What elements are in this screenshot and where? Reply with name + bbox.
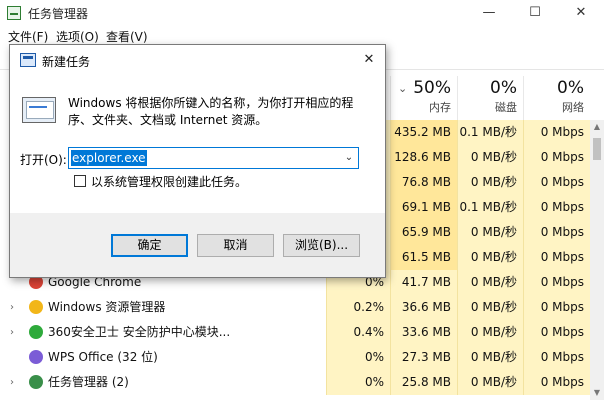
menu-file[interactable]: 文件(F) [8,28,48,45]
scroll-up-icon[interactable]: ▲ [590,120,604,134]
memory-cell: 76.8 MB [390,170,457,195]
memory-cell: 33.6 MB [390,320,457,345]
disk-cell: 0 MB/秒 [457,220,523,245]
memory-cell: 435.2 MB [390,120,457,145]
scroll-down-icon[interactable]: ▼ [590,386,604,400]
table-row[interactable]: › 任务管理器 (2) 0% 25.8 MB 0 MB/秒 0 Mbps [0,370,590,395]
task-manager-icon [7,6,21,20]
process-name: Windows 资源管理器 [48,300,166,314]
menu-bar: 文件(F) 选项(O) 查看(V) [0,26,604,46]
memory-cell: 36.6 MB [390,295,457,320]
disk-cell: 0 MB/秒 [457,370,523,395]
dialog-close-button[interactable]: ✕ [357,49,381,71]
memory-cell: 27.3 MB [390,345,457,370]
memory-cell: 69.1 MB [390,195,457,220]
dialog-title: 新建任务 [42,55,91,69]
wps-icon [29,350,43,364]
ok-button[interactable]: 确定 [111,234,188,257]
memory-label: 内存 [429,101,451,114]
disk-cell: 0 MB/秒 [457,295,523,320]
maximize-button[interactable]: ☐ [512,0,558,26]
disk-cell: 0 MB/秒 [457,345,523,370]
memory-percent: 50% [413,78,451,98]
browse-button[interactable]: 浏览(B)... [283,234,360,257]
memory-cell: 25.8 MB [390,370,457,395]
network-cell: 0 Mbps [523,320,590,345]
run-program-icon [22,97,56,123]
menu-view[interactable]: 查看(V) [106,28,148,45]
title-bar: 任务管理器 — ☐ ✕ [0,0,604,26]
table-row[interactable]: › Windows 资源管理器 0.2% 36.6 MB 0 MB/秒 0 Mbps [0,295,590,320]
folder-icon [29,300,43,314]
dialog-body: Windows 将根据你所键入的名称，为你打开相应的程序、文件夹、文档或 Int… [10,75,385,213]
window-title: 任务管理器 [28,7,89,21]
disk-percent: 0% [490,78,517,98]
process-name: 360安全卫士 安全防护中心模块... [48,325,231,339]
column-memory[interactable]: 50% 内存 [390,76,457,120]
dialog-title-bar: 新建任务 ✕ [10,45,385,75]
dialog-description: Windows 将根据你所键入的名称，为你打开相应的程序、文件夹、文档或 Int… [68,96,354,127]
cpu-cell: 0.4% [326,320,390,345]
table-row[interactable]: WPS Office (32 位) 0% 27.3 MB 0 MB/秒 0 Mbps [0,345,590,370]
command-combobox[interactable]: explorer.exe ⌄ [68,147,359,169]
column-network[interactable]: 0% 网络 [523,76,590,120]
network-cell: 0 Mbps [523,370,590,395]
disk-cell: 0 MB/秒 [457,320,523,345]
network-cell: 0 Mbps [523,170,590,195]
network-percent: 0% [557,78,584,98]
open-label: 打开(O): [20,153,67,167]
disk-cell: 0 MB/秒 [457,170,523,195]
disk-cell: 0.1 MB/秒 [457,120,523,145]
scroll-thumb[interactable] [593,138,601,160]
memory-cell: 61.5 MB [390,245,457,270]
cpu-cell: 0% [326,370,390,395]
network-cell: 0 Mbps [523,245,590,270]
minimize-button[interactable]: — [466,0,512,26]
memory-cell: 128.6 MB [390,145,457,170]
memory-cell: 65.9 MB [390,220,457,245]
expand-chevron-icon[interactable]: › [10,370,14,395]
disk-label: 磁盘 [495,101,517,114]
process-name: WPS Office (32 位) [48,350,158,364]
disk-cell: 0 MB/秒 [457,145,523,170]
network-cell: 0 Mbps [523,345,590,370]
cancel-button[interactable]: 取消 [197,234,274,257]
command-input[interactable]: explorer.exe [71,150,147,166]
network-cell: 0 Mbps [523,220,590,245]
disk-cell: 0.1 MB/秒 [457,195,523,220]
close-button[interactable]: ✕ [558,0,604,26]
network-cell: 0 Mbps [523,195,590,220]
chevron-down-icon[interactable]: ⌄ [342,150,356,166]
admin-checkbox-label[interactable]: 以系统管理权限创建此任务。 [91,173,247,190]
cpu-cell: 0% [326,345,390,370]
network-cell: 0 Mbps [523,270,590,295]
column-disk[interactable]: 0% 磁盘 [457,76,523,120]
memory-cell: 41.7 MB [390,270,457,295]
expand-chevron-icon[interactable]: › [10,320,14,345]
menu-options[interactable]: 选项(O) [56,28,99,45]
run-dialog: 新建任务 ✕ Windows 将根据你所键入的名称，为你打开相应的程序、文件夹、… [9,44,386,278]
network-cell: 0 Mbps [523,120,590,145]
disk-cell: 0 MB/秒 [457,270,523,295]
cpu-cell: 0.2% [326,295,390,320]
network-label: 网络 [562,101,584,114]
task-manager-icon [29,375,43,389]
run-window-icon [20,53,36,67]
network-cell: 0 Mbps [523,145,590,170]
shield-plus-icon [29,325,43,339]
expand-chevron-icon[interactable]: › [10,295,14,320]
process-name: 任务管理器 (2) [48,375,129,389]
admin-checkbox[interactable] [74,175,86,187]
disk-cell: 0 MB/秒 [457,245,523,270]
table-row[interactable]: › 360安全卫士 安全防护中心模块... 0.4% 33.6 MB 0 MB/秒 0 M… [0,320,590,345]
vertical-scrollbar[interactable]: ▲ ▼ [590,120,604,400]
network-cell: 0 Mbps [523,295,590,320]
